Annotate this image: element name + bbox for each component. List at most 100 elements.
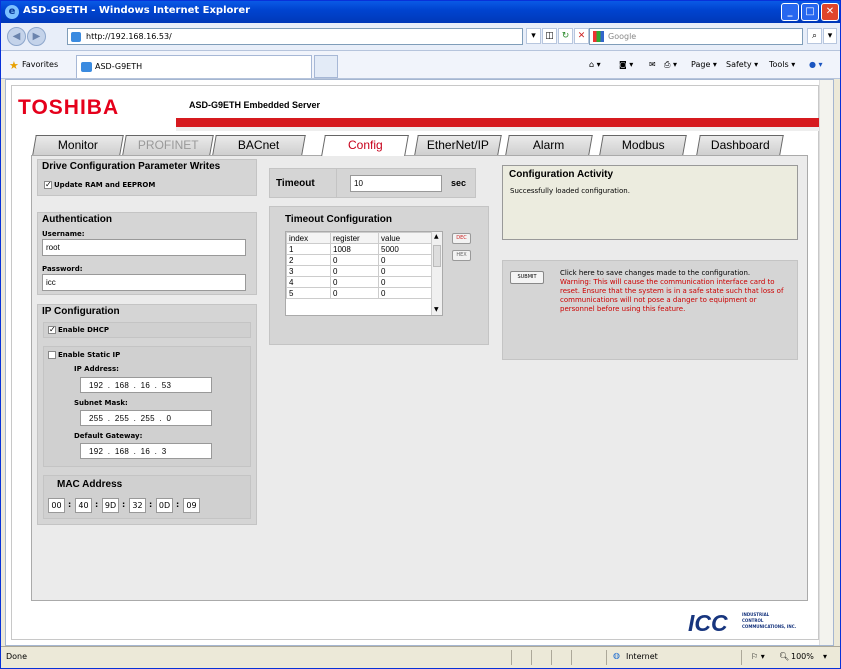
config-activity-message: Successfully loaded configuration. (510, 187, 630, 195)
static-ip-checkbox[interactable] (48, 351, 56, 359)
static-ip-group: Enable Static IP IP Address: 192 . 168 .… (43, 346, 251, 467)
mac-separator: : (68, 500, 72, 509)
refresh-icon[interactable]: ↻ (558, 28, 573, 44)
tab-dashboard[interactable]: Dashboard (696, 135, 784, 155)
forward-button[interactable]: ▶ (27, 27, 46, 46)
protected-mode-icon[interactable]: ⚐ ▾ (751, 652, 765, 661)
tab-bacnet[interactable]: BACnet (212, 135, 306, 155)
password-label: Password: (42, 265, 83, 273)
mac-separator: : (95, 500, 99, 509)
close-icon[interactable]: ✕ (821, 3, 839, 21)
table-row[interactable]: 1 1008 5000 (286, 243, 432, 255)
dec-button[interactable]: DEC (452, 233, 471, 244)
table-row[interactable]: 300 (286, 265, 432, 277)
browser-window: e ASD-G9ETH - Windows Internet Explorer … (0, 0, 841, 669)
url-field[interactable]: http://192.168.16.53/ (67, 28, 523, 45)
header-divider (176, 127, 819, 131)
subnet-mask-field[interactable]: 255 . 255 . 255 . 0 (80, 410, 212, 426)
home-icon[interactable]: ⌂ ▾ (589, 60, 601, 69)
status-bar: Done ◍ Internet ⚐ ▾ 🔍︎ 100% ▾ (1, 646, 840, 668)
scroll-down-icon[interactable]: ▼ (434, 306, 439, 313)
drive-config-title: Drive Configuration Parameter Writes (42, 161, 221, 172)
tab-ethernet-ip[interactable]: EtherNet/IP (414, 135, 502, 155)
mac-octet-3[interactable]: 9D (102, 498, 119, 513)
mail-icon[interactable]: ✉ (649, 60, 656, 69)
scrollbar[interactable] (819, 80, 833, 645)
stop-icon[interactable]: ✕ (574, 28, 589, 44)
dropdown-icon[interactable]: ▾ (526, 28, 541, 44)
table-row[interactable]: 200 (286, 254, 432, 266)
submit-button[interactable]: SUBMIT (510, 271, 544, 284)
scroll-thumb[interactable] (433, 245, 441, 267)
tab-page-icon (81, 62, 92, 72)
tab-modbus[interactable]: Modbus (599, 135, 687, 155)
page-menu[interactable]: Page ▾ (691, 60, 717, 69)
zoom-level[interactable]: 100% (791, 652, 814, 661)
subnet-mask-label: Subnet Mask: (74, 399, 128, 407)
new-tab-button[interactable] (314, 55, 338, 78)
ip-address-field[interactable]: 192 . 168 . 16 . 53 (80, 377, 212, 393)
column-header-value: value (378, 232, 432, 244)
gateway-field[interactable]: 192 . 168 . 16 . 3 (80, 443, 212, 459)
tab-config[interactable]: Config (321, 135, 409, 156)
cell-value[interactable]: 0 (378, 276, 432, 288)
mac-octet-4[interactable]: 32 (129, 498, 146, 513)
cell-value[interactable]: 5000 (378, 243, 432, 255)
username-field[interactable]: root (42, 239, 246, 256)
cell-register[interactable]: 0 (330, 254, 379, 266)
favorites-button[interactable]: Favorites (22, 60, 58, 69)
back-button[interactable]: ◀ (7, 27, 26, 46)
username-label: Username: (42, 230, 85, 238)
submit-panel: SUBMIT Click here to save changes made t… (502, 260, 798, 360)
icc-logo: ICC INDUSTRIAL CONTROL COMMUNICATIONS, I… (688, 610, 797, 636)
scroll-up-icon[interactable]: ▲ (434, 233, 439, 240)
hex-button[interactable]: HEX (452, 250, 471, 261)
mac-octet-5[interactable]: 0D (156, 498, 173, 513)
mac-address-title: MAC Address (57, 479, 123, 490)
help-icon[interactable]: ● ▾ (809, 60, 823, 69)
dhcp-checkbox[interactable]: ✓ (48, 326, 56, 334)
table-row[interactable]: 400 (286, 276, 432, 288)
config-activity-title: Configuration Activity (509, 169, 614, 180)
mac-octet-1[interactable]: 00 (48, 498, 65, 513)
table-scrollbar[interactable]: ▲ ▼ (431, 232, 442, 315)
ie-icon: e (5, 5, 19, 19)
compat-icon[interactable]: ◫ (542, 28, 557, 44)
mac-octet-2[interactable]: 40 (75, 498, 92, 513)
feeds-icon[interactable]: ◙ ▾ (619, 60, 633, 69)
cell-register[interactable]: 1008 (330, 243, 379, 255)
cell-value[interactable]: 0 (378, 265, 432, 277)
static-ip-label: Enable Static IP (58, 351, 121, 359)
tools-menu[interactable]: Tools ▾ (769, 60, 795, 69)
cell-value[interactable]: 0 (378, 287, 432, 299)
column-header-register: register (330, 232, 379, 244)
search-input[interactable]: Google (589, 28, 803, 45)
cell-index: 2 (286, 254, 331, 266)
zoom-dropdown-icon[interactable]: ▾ (823, 652, 827, 661)
update-ram-checkbox[interactable]: ✓ (44, 181, 52, 189)
submit-description: Click here to save changes made to the c… (560, 269, 751, 277)
password-field[interactable]: icc (42, 274, 246, 291)
safety-menu[interactable]: Safety ▾ (726, 60, 758, 69)
maximize-icon[interactable]: □ (801, 3, 819, 21)
table-row[interactable]: 500 (286, 287, 432, 299)
timeout-config-title: Timeout Configuration (285, 214, 393, 225)
status-divider (741, 650, 742, 665)
tab-monitor[interactable]: Monitor (32, 135, 124, 155)
mac-octet-6[interactable]: 09 (183, 498, 200, 513)
tab-profinet[interactable]: PROFINET (122, 135, 214, 155)
print-icon[interactable]: ⎙ ▾ (664, 60, 677, 70)
minimize-icon[interactable]: _ (781, 3, 799, 21)
search-icon[interactable]: ⌕ (807, 28, 822, 44)
tab-alarm[interactable]: Alarm (505, 135, 593, 155)
cell-value[interactable]: 0 (378, 254, 432, 266)
mac-address-fields: 00 : 40 : 9D : 32 : 0D : 09 (48, 498, 248, 514)
cell-register[interactable]: 0 (330, 276, 379, 288)
address-bar: ◀ ▶ http://192.168.16.53/ ▾ ◫ ↻ ✕ Google… (1, 23, 840, 51)
zoom-icon[interactable]: 🔍︎ (779, 652, 789, 661)
browser-tab[interactable]: ASD-G9ETH (76, 55, 312, 78)
cell-register[interactable]: 0 (330, 287, 379, 299)
timeout-input[interactable]: 10 (350, 175, 442, 192)
search-options-icon[interactable]: ▾ (823, 28, 837, 44)
cell-register[interactable]: 0 (330, 265, 379, 277)
